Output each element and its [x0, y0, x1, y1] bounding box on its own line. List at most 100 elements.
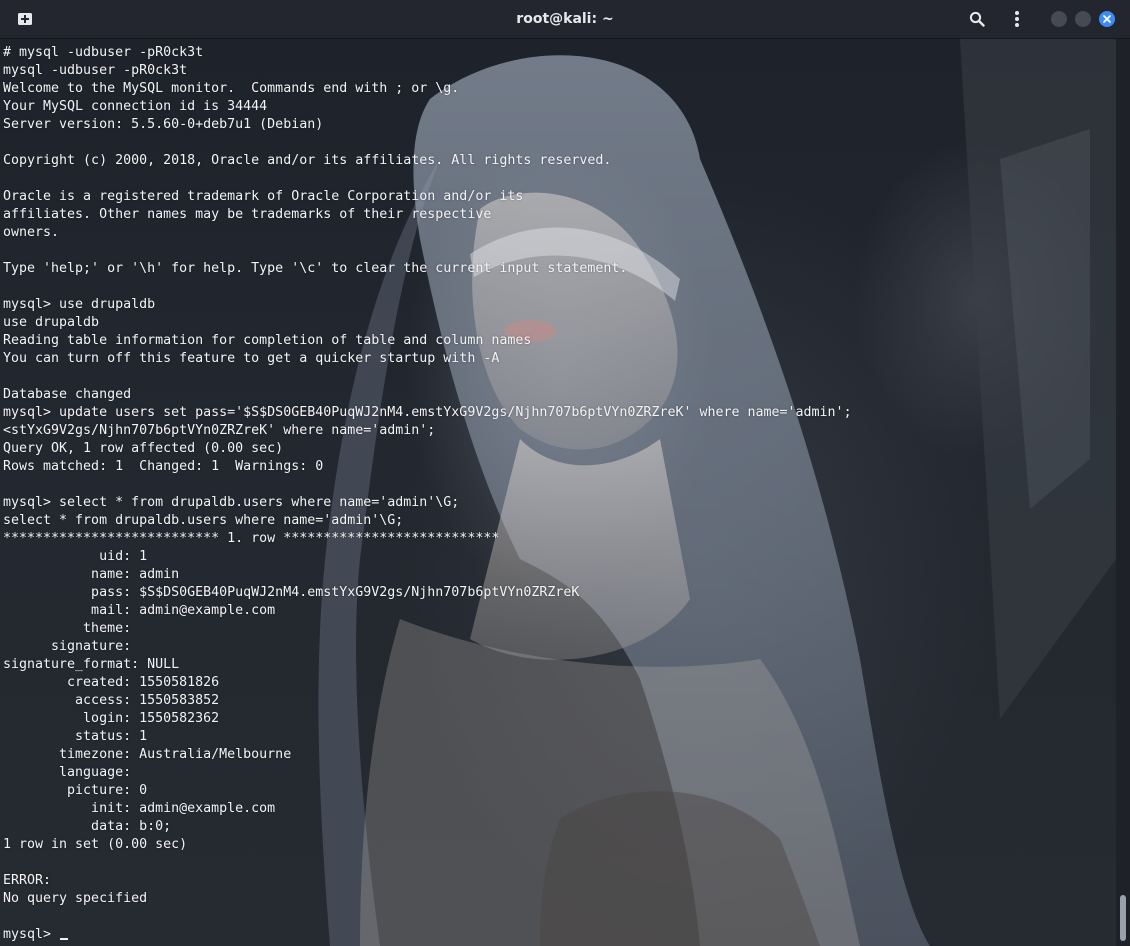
terminal-line: <stYxG9V2gs/Njhn707b6ptVYn0ZRZreK' where… [3, 422, 852, 440]
terminal-lines: # mysql -udbuser -pR0ck3t mysql -udbuser … [3, 44, 852, 944]
terminal-line: Database changed [3, 386, 852, 404]
terminal-line: 1 row in set (0.00 sec) [3, 836, 852, 854]
terminal-line-text: name: admin [3, 567, 180, 582]
terminal-line-text: mysql> use drupaldb [3, 297, 156, 312]
terminal-line: init: admin@example.com [3, 800, 852, 818]
terminal-line: mail: admin@example.com [3, 602, 852, 620]
terminal-line: name: admin [3, 566, 852, 584]
terminal-line: signature: [3, 638, 852, 656]
terminal-line: Reading table information for completion… [3, 332, 852, 350]
terminal-line: No query specified [3, 890, 852, 908]
terminal-line: Copyright (c) 2000, 2018, Oracle and/or … [3, 152, 852, 170]
terminal-line-text: access: 1550583852 [3, 693, 220, 708]
terminal-line-text: theme: [3, 621, 140, 636]
terminal-line: You can turn off this feature to get a q… [3, 350, 852, 368]
terminal-line-text: No query specified [3, 891, 148, 906]
terminal-output-area[interactable]: # mysql -udbuser -pR0ck3t mysql -udbuser … [0, 39, 1116, 946]
terminal-line: mysql> update users set pass='$S$DS0GEB4… [3, 404, 852, 422]
terminal-line-text: mail: admin@example.com [3, 603, 276, 618]
terminal-line: timezone: Australia/Melbourne [3, 746, 852, 764]
terminal-line-text: *************************** 1. row *****… [3, 531, 500, 546]
terminal-line: login: 1550582362 [3, 710, 852, 728]
terminal-line-text: owners. [3, 225, 60, 240]
terminal-line: Type 'help;' or '\h' for help. Type '\c'… [3, 260, 852, 278]
terminal-line-text: 1 row in set (0.00 sec) [3, 837, 188, 852]
terminal-line: theme: [3, 620, 852, 638]
maximize-button[interactable] [1075, 11, 1091, 27]
terminal-line-text: Server version: 5.5.60-0+deb7u1 (Debian) [3, 117, 324, 132]
terminal-line: *************************** 1. row *****… [3, 530, 852, 548]
terminal-line: signature_format: NULL [3, 656, 852, 674]
terminal-line-text: login: 1550582362 [3, 711, 220, 726]
terminal-line-text: mysql> select * from drupaldb.users wher… [3, 495, 460, 510]
terminal-line: select * from drupaldb.users where name=… [3, 512, 852, 530]
terminal-line-text: ERROR: [3, 873, 60, 888]
terminal-line-text: init: admin@example.com [3, 801, 276, 816]
terminal-line: # mysql -udbuser -pR0ck3t [3, 44, 852, 62]
close-button[interactable] [1099, 11, 1115, 27]
terminal-line: Welcome to the MySQL monitor. Commands e… [3, 80, 852, 98]
minimize-button[interactable] [1051, 11, 1067, 27]
terminal-line-text: Query OK, 1 row affected (0.00 sec) [3, 441, 284, 456]
terminal-line: mysql> use drupaldb [3, 296, 852, 314]
terminal-line-text: Oracle is a registered trademark of Orac… [3, 189, 524, 204]
window-title: root@kali: ~ [516, 11, 614, 27]
terminal-line-text: select * from drupaldb.users where name=… [3, 513, 404, 528]
terminal-line-text: Your MySQL connection id is 34444 [3, 99, 268, 114]
terminal-line-text: # mysql -udbuser -pR0ck3t [3, 45, 204, 60]
terminal-line-text: created: 1550581826 [3, 675, 220, 690]
terminal-line: Your MySQL connection id is 34444 [3, 98, 852, 116]
terminal-line: Oracle is a registered trademark of Orac… [3, 188, 852, 206]
search-icon[interactable] [964, 0, 990, 38]
terminal-line: use drupaldb [3, 314, 852, 332]
terminal-line: access: 1550583852 [3, 692, 852, 710]
terminal-line: Query OK, 1 row affected (0.00 sec) [3, 440, 852, 458]
terminal-line: mysql> [3, 926, 852, 944]
terminal-line: ERROR: [3, 872, 852, 890]
terminal-line-text: You can turn off this feature to get a q… [3, 351, 500, 366]
terminal-line-text: mysql> [3, 927, 60, 942]
text-cursor [60, 938, 69, 940]
terminal-line-text: Rows matched: 1 Changed: 1 Warnings: 0 [3, 459, 324, 474]
scrollbar-thumb[interactable] [1120, 895, 1126, 941]
terminal-line-text: timezone: Australia/Melbourne [3, 747, 292, 762]
terminal-line-text: data: b:0; [3, 819, 172, 834]
terminal-line-text: signature_format: NULL [3, 657, 180, 672]
terminal-line: affiliates. Other names may be trademark… [3, 206, 852, 224]
terminal-line: pass: $S$DS0GEB40PuqWJ2nM4.emstYxG9V2gs/… [3, 584, 852, 602]
title-bar[interactable]: root@kali: ~ [0, 0, 1130, 39]
terminal-line-text: Type 'help;' or '\h' for help. Type '\c'… [3, 261, 628, 276]
vertical-scrollbar[interactable] [1116, 39, 1130, 946]
terminal-line: picture: 0 [3, 782, 852, 800]
terminal-line: status: 1 [3, 728, 852, 746]
terminal-line-text: Welcome to the MySQL monitor. Commands e… [3, 81, 460, 96]
terminal-line-text: Reading table information for completion… [3, 333, 532, 348]
terminal-line: mysql -udbuser -pR0ck3t [3, 62, 852, 80]
terminal-line-text: uid: 1 [3, 549, 148, 564]
terminal-line: Rows matched: 1 Changed: 1 Warnings: 0 [3, 458, 852, 476]
terminal-line-text: mysql> update users set pass='$S$DS0GEB4… [3, 405, 852, 420]
terminal-line-text: status: 1 [3, 729, 148, 744]
terminal-window: root@kali: ~ # mysql -udbuser -pR0ck3t m… [0, 0, 1130, 946]
terminal-line-text: Database changed [3, 387, 132, 402]
close-icon [1103, 15, 1111, 23]
terminal-line-text: language: [3, 765, 140, 780]
terminal-line-text: signature: [3, 639, 140, 654]
terminal-line: language: [3, 764, 852, 782]
kebab-menu-icon[interactable] [1004, 0, 1030, 38]
terminal-line-text: <stYxG9V2gs/Njhn707b6ptVYn0ZRZreK' where… [3, 423, 436, 438]
terminal-line: created: 1550581826 [3, 674, 852, 692]
new-tab-icon[interactable] [12, 0, 38, 38]
terminal-line-text: use drupaldb [3, 315, 100, 330]
terminal-line: uid: 1 [3, 548, 852, 566]
terminal-line: mysql> select * from drupaldb.users wher… [3, 494, 852, 512]
terminal-line-text: mysql -udbuser -pR0ck3t [3, 63, 188, 78]
